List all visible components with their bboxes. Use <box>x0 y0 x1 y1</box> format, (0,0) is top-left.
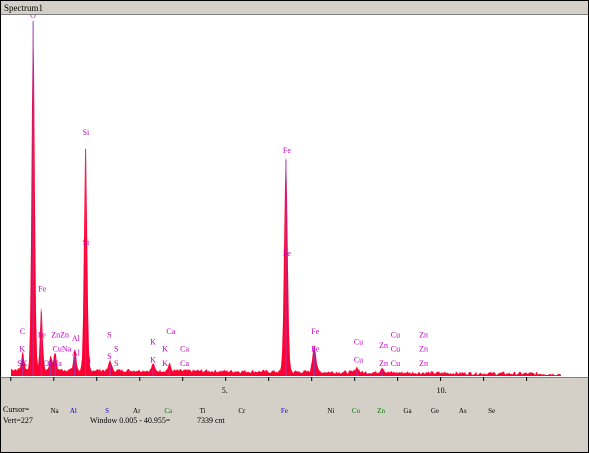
peak-label: S <box>107 331 111 340</box>
cursor-readout: Cursor= <box>3 405 30 414</box>
peak-label: Si <box>84 355 91 364</box>
peak-label: Cu <box>391 331 400 340</box>
element-marker: Ti <box>199 407 206 415</box>
peak-label: Fe <box>311 327 319 336</box>
peak-label: Zn <box>419 345 428 354</box>
peak-label: K <box>19 345 25 354</box>
peak-label: Fe <box>38 284 46 293</box>
window-title: Spectrum1 <box>4 3 43 13</box>
element-marker: Cu <box>351 407 360 415</box>
axis-tick-label: 5. <box>222 386 228 395</box>
peak-label: Fe <box>283 146 291 155</box>
peak-label: S <box>114 359 118 368</box>
peak-label: Ca <box>166 327 175 336</box>
element-marker: S <box>105 407 109 415</box>
element-marker: Ga <box>403 407 412 415</box>
peak-label: Cu <box>391 345 400 354</box>
total-counts-readout: 7339 cnt <box>197 416 225 425</box>
element-marker: Fe <box>280 407 288 415</box>
element-marker: Ar <box>133 407 141 415</box>
element-marker: Se <box>488 407 496 415</box>
element-marker: Zn <box>377 407 385 415</box>
element-marker: Ge <box>430 407 440 415</box>
peak-label: S <box>107 352 111 361</box>
energy-axis-ticks: 5. 10. <box>10 377 528 395</box>
element-marker: Ni <box>327 407 335 415</box>
peak-label: Cu <box>354 338 363 347</box>
peak-label: Zn <box>419 331 428 340</box>
peak-label: Zn <box>379 359 388 368</box>
peak-label: K <box>162 359 168 368</box>
peak-label: K <box>150 355 156 364</box>
peak-label: Si <box>83 128 90 137</box>
peak-label: Na <box>52 359 62 368</box>
peak-label: Ca <box>180 345 189 354</box>
peak-label: CuNa <box>52 345 71 354</box>
energy-axis[interactable]: 5. 10. <box>1 377 588 399</box>
element-marker: Al <box>69 407 77 415</box>
window-range-readout: Window 0.005 - 40.955= <box>90 416 171 425</box>
peak-label: O <box>30 15 36 20</box>
peak-label: K <box>162 345 168 354</box>
peak-label: K <box>150 338 156 347</box>
element-marker: Cr <box>238 407 246 415</box>
peak-label: Ca <box>180 359 189 368</box>
peak-label: Fe <box>38 331 46 340</box>
peak-label: C <box>20 327 25 336</box>
peak-label: ZnZn <box>51 331 69 340</box>
element-marker: As <box>458 407 467 415</box>
spectrum-chart: OSiSiFeFeFeC Fe ZnZn AlK CuNa AlSK CaCuNa SiSSS… <box>11 15 561 376</box>
peak-label: Al <box>72 334 81 343</box>
spectrum-plot-area[interactable]: O Si Si Fe Fe Fe C Fe ZnZn Al K CuNa Al SK Ca Cu Na Si S S S… <box>1 14 588 378</box>
peak-label: S <box>114 345 118 354</box>
peak-label: Fe <box>283 249 291 258</box>
peak-label: Cu <box>391 359 400 368</box>
vertical-readout: Vert=227 <box>3 416 33 425</box>
peak-label: Fe <box>311 345 319 354</box>
peak-label: Si <box>83 238 90 247</box>
peak-label: Zn <box>419 359 428 368</box>
peak-label: Cu <box>354 355 363 364</box>
spectrum-window: Spectrum1 O Si Si Fe Fe Fe C Fe ZnZn Al K CuNa Al SK C… <box>0 0 589 453</box>
axis-tick-label: 10. <box>437 386 447 395</box>
peak-label: Al <box>72 348 81 357</box>
element-marker: Na <box>50 407 59 415</box>
peak-label: Zn <box>379 341 388 350</box>
element-marker: Ca <box>164 407 173 415</box>
peak-label: SK <box>17 359 27 368</box>
